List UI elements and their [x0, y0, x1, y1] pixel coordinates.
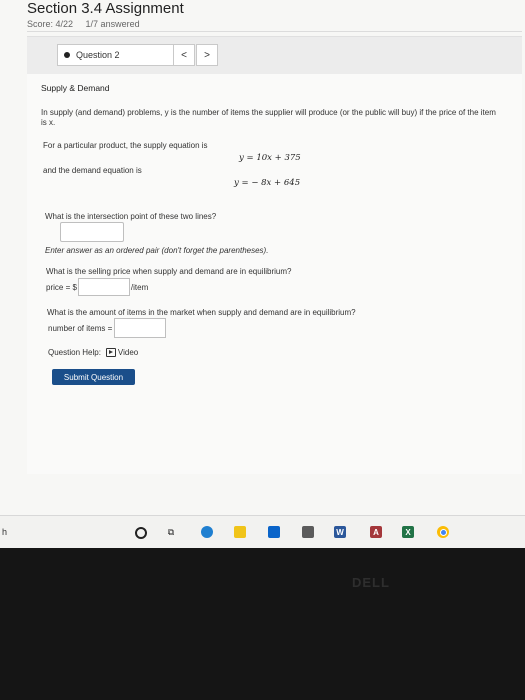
- score-line: Score: 4/22 1/7 answered: [27, 19, 150, 29]
- taskbar: h ⧉ W A X: [0, 515, 525, 549]
- price-question: What is the selling price when supply an…: [46, 267, 292, 276]
- price-row: price = $ /item: [46, 278, 148, 296]
- video-icon[interactable]: [105, 348, 116, 357]
- items-prefix: number of items =: [48, 323, 113, 333]
- cortana-icon[interactable]: [135, 527, 147, 539]
- assignment-page: Section 3.4 Assignment Score: 4/22 1/7 a…: [0, 0, 525, 515]
- question-nav-bar: Question 2 < >: [27, 36, 522, 75]
- price-prefix: price = $: [46, 282, 77, 292]
- intersection-hint: Enter answer as an ordered pair (don't f…: [45, 246, 269, 255]
- access-icon[interactable]: A: [370, 526, 382, 538]
- task-view-icon[interactable]: ⧉: [165, 526, 177, 538]
- price-input[interactable]: [77, 278, 130, 296]
- question-select-label: Question 2: [76, 50, 120, 60]
- word-icon[interactable]: W: [334, 526, 346, 538]
- monitor-bezel: DELL: [0, 548, 525, 700]
- problem-title: Supply & Demand: [41, 83, 110, 93]
- demand-label: and the demand equation is: [43, 166, 142, 175]
- items-input[interactable]: [114, 318, 167, 338]
- question-help-label: Question Help:: [48, 348, 101, 357]
- file-explorer-icon[interactable]: [234, 526, 246, 538]
- problem-intro: In supply (and demand) problems, y is th…: [41, 108, 496, 127]
- price-suffix: /item: [130, 282, 149, 292]
- question-help: Question Help: Video: [48, 348, 138, 357]
- items-row: number of items =: [48, 318, 167, 338]
- chrome-icon[interactable]: [437, 526, 449, 538]
- intersection-question: What is the intersection point of these …: [45, 212, 217, 221]
- dell-logo: DELL: [352, 575, 390, 590]
- items-question: What is the amount of items in the marke…: [47, 308, 356, 317]
- prev-question-button[interactable]: <: [173, 44, 195, 66]
- supply-label: For a particular product, the supply equ…: [43, 141, 208, 150]
- excel-icon[interactable]: X: [402, 526, 414, 538]
- supply-equation: y = 10x + 375: [239, 153, 301, 163]
- header-divider: [27, 31, 522, 32]
- question-content: Supply & Demand In supply (and demand) p…: [27, 74, 522, 474]
- score-text: Score: 4/22: [27, 19, 74, 29]
- demand-equation: y = − 8x + 645: [234, 178, 301, 188]
- intersection-answer-input[interactable]: [60, 222, 124, 242]
- question-status-dot: [64, 52, 70, 58]
- video-link[interactable]: Video: [118, 348, 138, 357]
- answered-count: 1/7 answered: [85, 19, 140, 29]
- edge-browser-icon[interactable]: [201, 526, 213, 538]
- next-question-button[interactable]: >: [196, 44, 218, 66]
- submit-question-button[interactable]: Submit Question: [52, 369, 135, 385]
- screen: Section 3.4 Assignment Score: 4/22 1/7 a…: [0, 0, 525, 515]
- calculator-icon[interactable]: [302, 526, 314, 538]
- page-title: Section 3.4 Assignment: [27, 0, 184, 17]
- outlook-icon[interactable]: [268, 526, 280, 538]
- taskbar-left-text: h: [2, 527, 8, 537]
